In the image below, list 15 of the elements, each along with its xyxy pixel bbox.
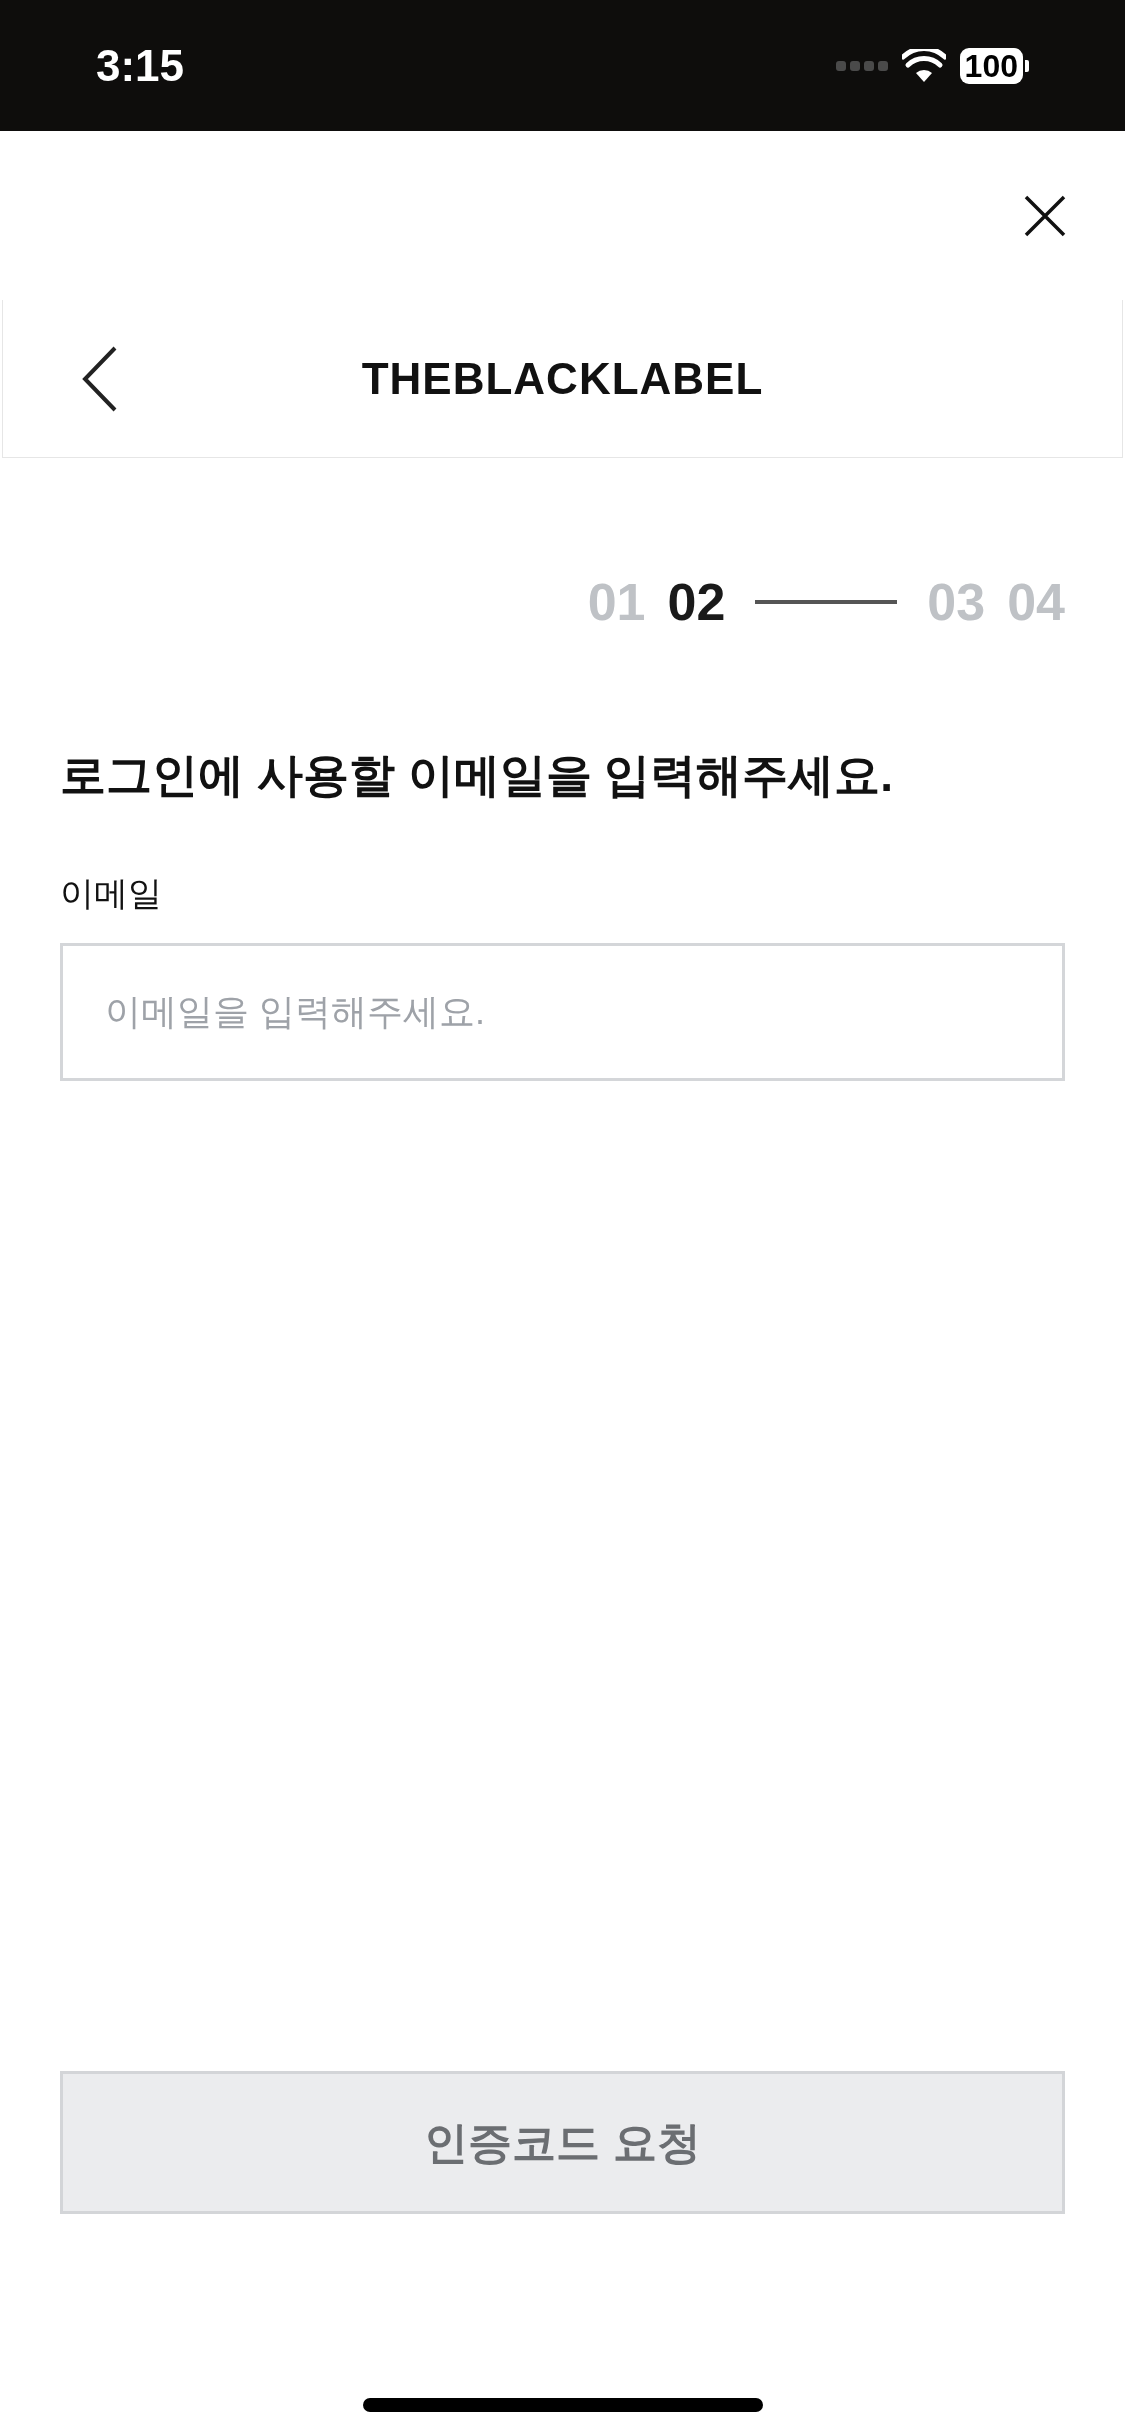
status-time: 3:15 [96,39,185,92]
field-label: 이메일 [60,873,163,914]
page-title: 로그인에 사용할 이메일을 입력해주세요. [60,748,895,803]
signal-icon [835,59,888,72]
step-number: 03 [927,572,986,633]
battery-level: 100 [959,47,1023,84]
step-number: 01 [587,572,646,633]
email-input-field[interactable]: 이메일을 입력해주세요. [60,943,1065,1081]
step-number: 02 [667,572,726,633]
wifi-icon [901,48,946,83]
back-icon [81,345,119,412]
battery-cap-icon [1025,59,1029,72]
step-number: 04 [1007,572,1065,633]
logo: THEBLACKLABEL [361,352,764,405]
close-icon [1023,193,1067,238]
